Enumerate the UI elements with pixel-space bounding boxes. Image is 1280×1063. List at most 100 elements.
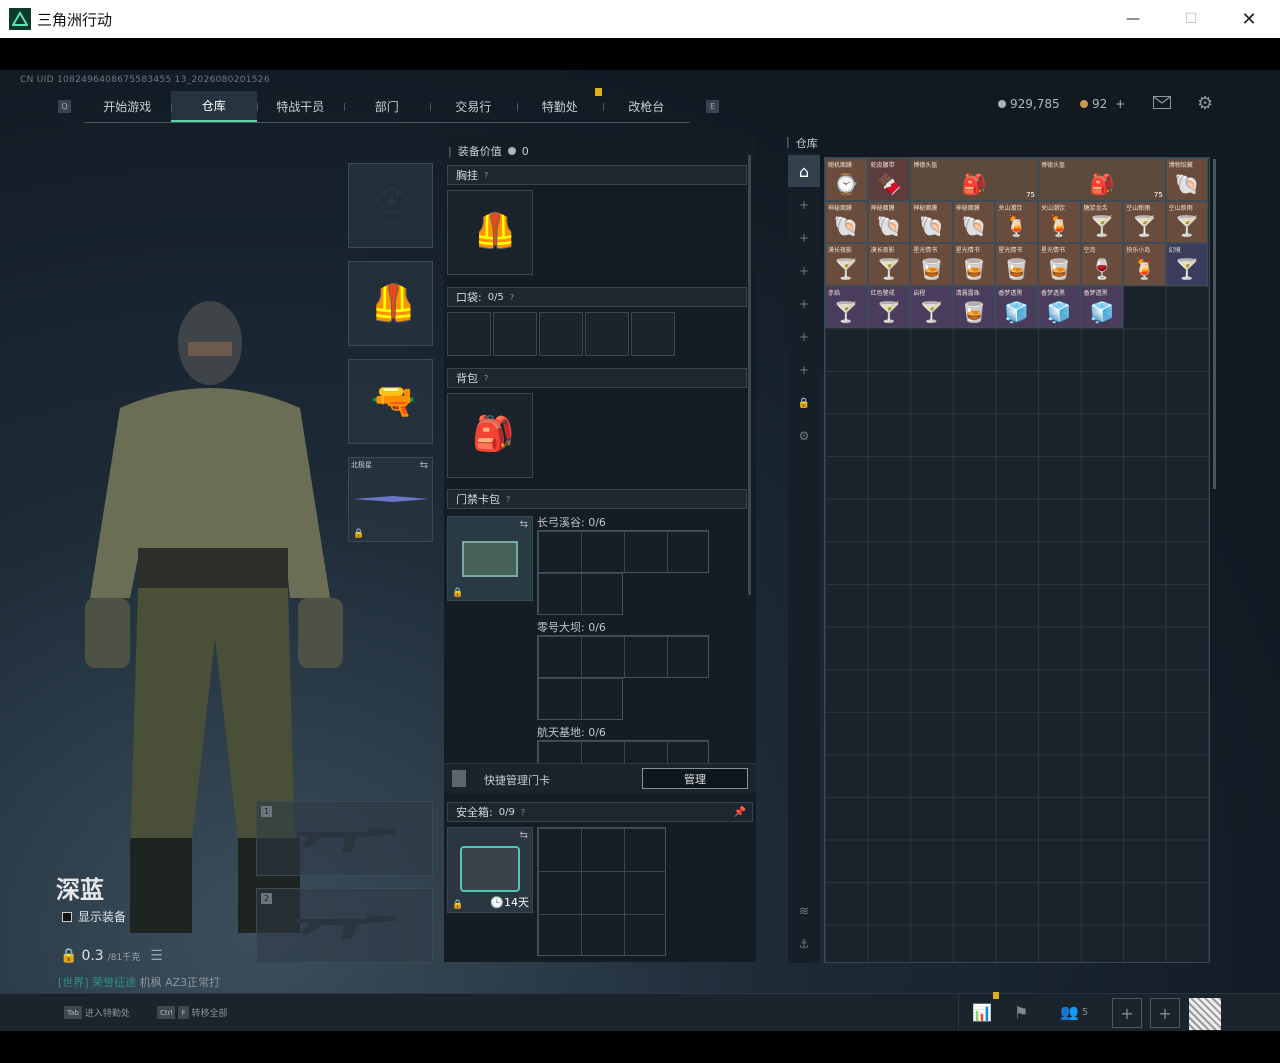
helmet-slot[interactable]: ⛑ <box>348 163 433 248</box>
swap-icon[interactable]: ⇆ <box>520 830 528 841</box>
nav-tab[interactable]: 交易行 <box>430 91 517 122</box>
warehouse-item[interactable]: 糖浆龙舌 🍸 <box>1080 200 1124 244</box>
secondary-weapon-slot[interactable]: 2 <box>256 888 433 963</box>
warehouse-item[interactable]: 启程 🍸 <box>910 285 953 329</box>
maximize-button[interactable]: ☐ <box>1162 0 1220 38</box>
help-icon[interactable]: ? <box>506 495 510 504</box>
friends-count[interactable]: 👥 5 <box>1060 1003 1088 1021</box>
nav-next-key[interactable]: E <box>706 100 719 113</box>
nav-tab[interactable]: 改枪台 <box>603 91 690 122</box>
help-icon[interactable]: ? <box>510 293 514 302</box>
keycard-grid[interactable] <box>537 572 623 615</box>
nav-tab[interactable]: 特勤处 <box>516 91 604 122</box>
pocket-slot[interactable] <box>447 312 491 356</box>
melee-slot[interactable]: 北极星 ⇆ 🔒 <box>348 457 433 542</box>
swap-icon[interactable]: ⇆ <box>420 460 428 471</box>
show-equipment-toggle[interactable]: 显示装备 <box>62 908 126 925</box>
warehouse-item[interactable]: 博德头盔 🎒 75 <box>910 158 1038 201</box>
warehouse-item[interactable]: 漠长夜影 🍸 <box>825 243 868 286</box>
minimize-button[interactable]: — <box>1104 0 1162 38</box>
lock-tab-icon[interactable]: 🔒 <box>788 387 820 419</box>
add-tab-icon[interactable]: + <box>788 255 820 287</box>
warehouse-grid[interactable]: 随机面膜 ⌚ 蛇皮腰带 🍫 博德头盔 🎒 75 博德头盔 🎒 75 博物馆藏 🐚 神秘面膜 🐚 神秘面膜 🐚 神… <box>824 157 1210 963</box>
armor-slot[interactable]: 🦺 <box>348 261 433 346</box>
stats-chart-icon[interactable]: 📊 <box>972 1003 992 1022</box>
warehouse-item[interactable]: 随机面膜 ⌚ <box>825 158 868 201</box>
warehouse-item[interactable]: 空山新雨 🍸 <box>1123 200 1166 244</box>
invite-slot-button[interactable]: + <box>1150 998 1180 1028</box>
warehouse-item[interactable]: 清晨露珠 🥃 <box>952 285 996 329</box>
warehouse-item[interactable]: 香梦透黑 🧊 <box>1080 285 1124 329</box>
keycard-grid[interactable] <box>537 740 709 763</box>
help-icon[interactable]: ? <box>484 171 488 180</box>
warehouse-item[interactable]: 关山潮饮 🍹 <box>1038 200 1081 244</box>
nav-prev-key[interactable]: Q <box>58 100 71 113</box>
warehouse-item[interactable]: 香梦透黑 🧊 <box>1038 285 1081 329</box>
keycard-grid[interactable] <box>537 677 623 720</box>
add-tab-icon[interactable]: + <box>788 321 820 353</box>
keycard-bag-slot[interactable]: ⇆ 🔒 <box>447 516 533 601</box>
weight-list-icon[interactable]: ☰ <box>150 948 163 964</box>
hint-transfer-all[interactable]: Ctrl F 转移全部 <box>157 1006 228 1019</box>
settings-gear-icon[interactable]: ⚙ <box>1197 93 1213 114</box>
warehouse-item[interactable]: 赤焰 🍸 <box>825 285 868 329</box>
safebox-slot[interactable]: ⇆ 🔒 🕒14天 <box>447 827 533 913</box>
chat-status-line[interactable]: [世界] 荣誉征途 机枫 AZ3正常打 <box>58 974 220 990</box>
backpack-slot[interactable]: 🎒 <box>447 393 533 478</box>
nav-tab[interactable]: 仓库 <box>170 91 257 122</box>
warehouse-item[interactable]: 星光情书 🥃 <box>910 243 953 286</box>
warehouse-item[interactable]: 星光情书 🥃 <box>995 243 1038 286</box>
layers-icon[interactable]: ≋ <box>788 895 820 927</box>
warehouse-item[interactable]: 博德头盔 🎒 75 <box>1038 158 1166 201</box>
add-tab-icon[interactable]: + <box>788 189 820 221</box>
pin-icon[interactable]: 📌 <box>734 807 746 818</box>
primary-weapon-slot[interactable]: 1 <box>256 801 433 876</box>
pocket-slot[interactable] <box>493 312 537 356</box>
warehouse-item[interactable]: 空岛 🍷 <box>1080 243 1124 286</box>
mail-icon[interactable] <box>1153 96 1171 109</box>
warehouse-item[interactable]: 蛇皮腰带 🍫 <box>867 158 911 201</box>
keycard-grid[interactable] <box>537 635 709 678</box>
nav-tab[interactable]: 开始游戏 <box>84 91 171 122</box>
warehouse-tab-all-icon[interactable]: ⌂ <box>788 155 820 187</box>
warehouse-item[interactable]: 神秘面膜 🐚 <box>825 200 868 244</box>
warehouse-item[interactable]: 星光情书 🥃 <box>952 243 996 286</box>
warehouse-scrollbar[interactable] <box>1213 159 1216 489</box>
sidearm-slot[interactable]: 🔫 <box>348 359 433 444</box>
player-avatar[interactable] <box>1189 998 1221 1030</box>
warehouse-item[interactable]: 星光情书 🥃 <box>1038 243 1081 286</box>
add-tab-icon[interactable]: + <box>788 288 820 320</box>
safebox-grid[interactable] <box>537 827 666 956</box>
keycard-grid[interactable] <box>537 530 709 573</box>
warehouse-item[interactable]: 幻境 🍸 <box>1165 243 1209 286</box>
warehouse-item[interactable]: 空山新雨 🍸 <box>1165 200 1209 244</box>
warehouse-item[interactable]: 神秘面膜 🐚 <box>910 200 953 244</box>
warehouse-item[interactable]: 红色警戒 🍸 <box>867 285 911 329</box>
nav-tab[interactable]: 部门 <box>343 91 431 122</box>
manage-button[interactable]: 管理 <box>642 768 748 789</box>
warehouse-item[interactable]: 博物馆藏 🐚 <box>1165 158 1209 201</box>
warehouse-item[interactable]: 漠长夜影 🍸 <box>867 243 911 286</box>
pocket-slot[interactable] <box>631 312 675 356</box>
close-button[interactable]: ✕ <box>1220 0 1278 38</box>
pocket-slot[interactable] <box>585 312 629 356</box>
warehouse-item[interactable]: 关山潮饮 🍹 <box>995 200 1038 244</box>
flag-icon[interactable]: ⚑ <box>1014 1003 1028 1022</box>
chest-rig-slot[interactable]: 🦺 <box>447 190 533 275</box>
sort-icon[interactable]: ⚓ <box>788 928 820 960</box>
pocket-slot[interactable] <box>539 312 583 356</box>
warehouse-item[interactable]: 快乐小岛 🍹 <box>1123 243 1166 286</box>
gold-currency[interactable]: 92 + <box>1080 97 1125 111</box>
help-icon[interactable]: ? <box>484 374 488 383</box>
tab-settings-gear-icon[interactable]: ⚙ <box>788 420 820 452</box>
warehouse-item[interactable]: 神秘面膜 🐚 <box>952 200 996 244</box>
warehouse-item[interactable]: 神秘面膜 🐚 <box>867 200 911 244</box>
show-equipment-checkbox[interactable] <box>62 911 72 922</box>
add-gold-button[interactable]: + <box>1115 97 1125 111</box>
nav-tab[interactable]: 特战干员 <box>257 91 344 122</box>
warehouse-item[interactable]: 香梦透黑 🧊 <box>995 285 1038 329</box>
add-tab-icon[interactable]: + <box>788 222 820 254</box>
invite-slot-button[interactable]: + <box>1112 998 1142 1028</box>
hint-special-ops[interactable]: Tab 进入特勤处 <box>64 1006 130 1019</box>
panel-scrollbar[interactable] <box>748 155 751 595</box>
